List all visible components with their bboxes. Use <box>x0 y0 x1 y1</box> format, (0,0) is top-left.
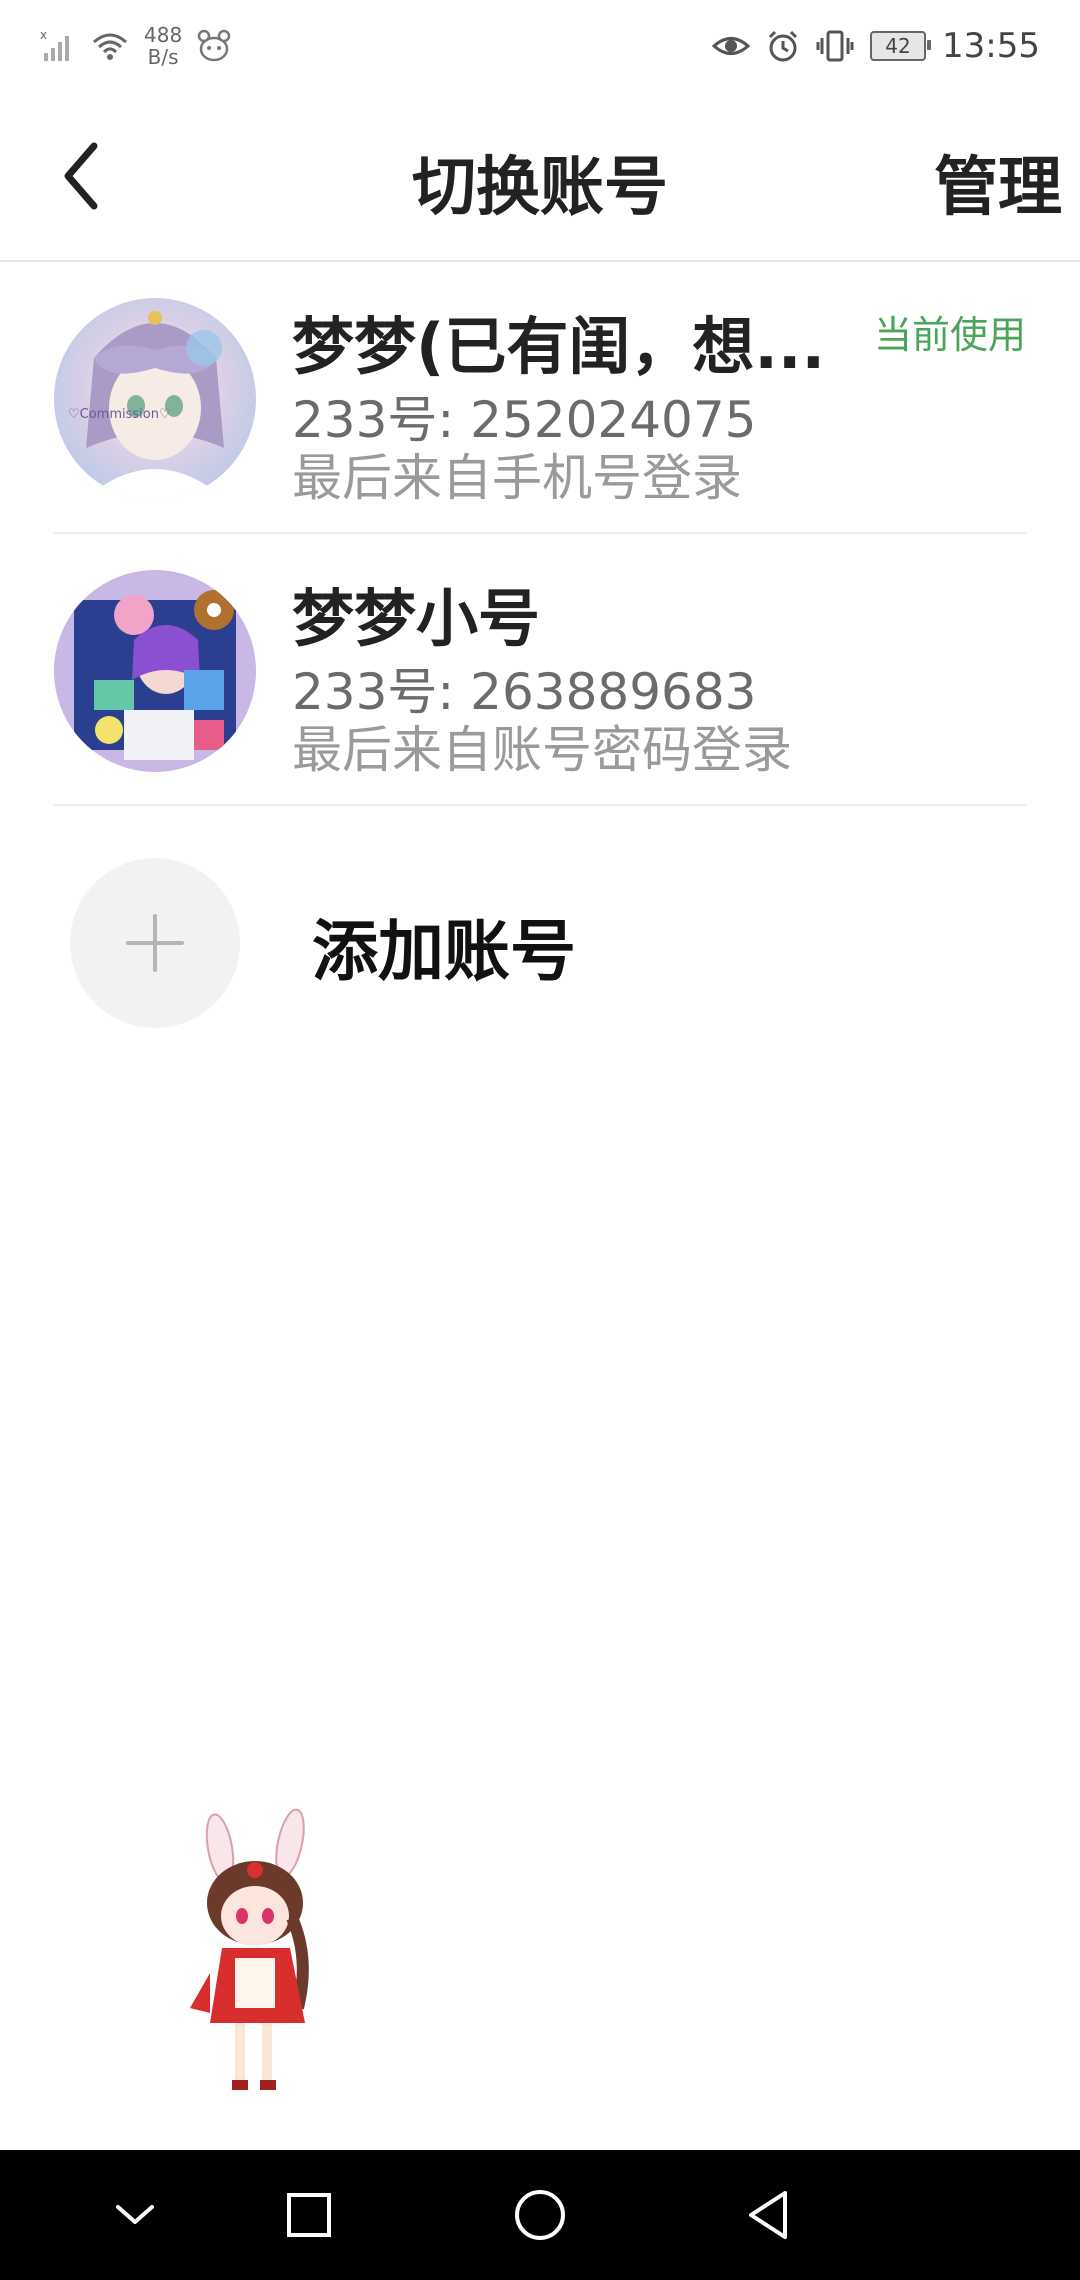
account-name: 梦梦(已有闺，想... <box>292 310 825 383</box>
current-account-badge: 当前使用 <box>873 313 1026 357</box>
net-speed: 488 B/s <box>144 24 182 68</box>
alarm-icon <box>768 30 798 62</box>
account-login-method: 最后来自账号密码登录 <box>292 721 792 779</box>
battery-level: 42 <box>885 34 911 58</box>
svg-text:x: x <box>40 29 47 42</box>
vibrate-icon <box>816 30 854 62</box>
avatar <box>54 570 256 772</box>
status-left: x 488 B/s <box>40 16 232 76</box>
avatar-watermark: ♡Commission♡ <box>68 407 171 422</box>
hide-nav-icon[interactable] <box>100 2180 170 2250</box>
account-login-method: 最后来自手机号登录 <box>292 449 742 507</box>
eye-icon <box>712 37 751 55</box>
avatar: ♡Commission♡ <box>54 298 256 500</box>
add-account-button[interactable]: 添加账号 <box>54 858 1026 1028</box>
net-speed-unit: B/s <box>147 45 179 69</box>
net-speed-value: 488 <box>144 23 183 47</box>
top-app-bar: 切换账号 管理 <box>0 92 1080 262</box>
plus-icon <box>126 914 184 972</box>
page-title: 切换账号 <box>412 151 668 225</box>
mascot-image <box>180 1808 350 2108</box>
home-icon[interactable] <box>505 2180 575 2250</box>
battery-icon: 42 <box>870 31 932 61</box>
account-name: 梦梦小号 <box>292 582 541 655</box>
status-right: 42 13:55 <box>712 16 1040 76</box>
back-nav-icon[interactable] <box>735 2180 805 2250</box>
clock: 13:55 <box>942 26 1040 66</box>
account-item[interactable]: 梦梦小号 233号: 263889683 最后来自账号密码登录 <box>54 534 1026 806</box>
recent-apps-icon[interactable] <box>274 2180 344 2250</box>
add-account-label: 添加账号 <box>312 913 576 990</box>
wifi-icon <box>93 33 127 60</box>
manage-button[interactable]: 管理 <box>934 136 1062 228</box>
account-item[interactable]: ♡Commission♡ 梦梦(已有闺，想... 当前使用 233号: 2520… <box>54 262 1026 534</box>
system-nav-bar <box>0 2150 1080 2280</box>
status-bar: x 488 B/s 42 13:55 <box>0 0 1080 92</box>
app-notification-icon <box>197 29 231 62</box>
add-account-circle <box>70 858 240 1028</box>
signal-icon: x <box>40 29 69 61</box>
